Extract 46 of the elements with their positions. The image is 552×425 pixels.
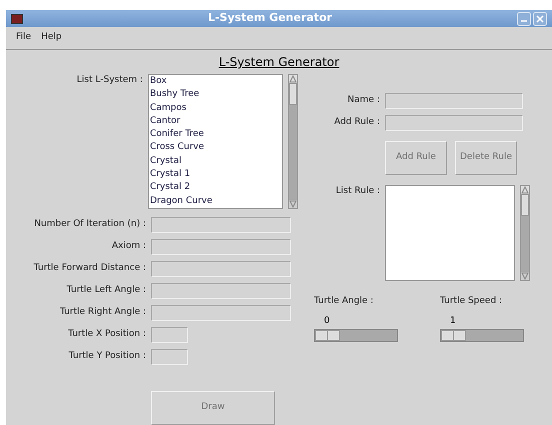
down-arrow-icon[interactable]	[289, 200, 297, 208]
field-label: Turtle Right Angle :	[58, 306, 146, 320]
list-item[interactable]: Dragon Curve	[150, 194, 281, 208]
scrollbar[interactable]	[520, 185, 530, 281]
slider-track[interactable]	[314, 329, 398, 342]
scrollbar[interactable]	[288, 74, 298, 209]
slider-thumb[interactable]	[315, 330, 340, 341]
menu-item[interactable]: Help	[41, 31, 62, 45]
field-label: List L-System :	[76, 74, 143, 87]
list-item[interactable]: Crystal 2	[150, 181, 281, 195]
slider-value: 1	[449, 314, 457, 328]
window-title: L-System Generator	[206, 10, 334, 26]
field-label: Turtle Y Position :	[68, 350, 146, 364]
field-label: Number Of Iteration (n) :	[33, 218, 146, 232]
list-item[interactable]: Campos	[150, 102, 281, 115]
scrollbar-thumb[interactable]	[521, 194, 529, 216]
field-label: Axiom :	[110, 240, 146, 254]
list-item[interactable]: Crystal 1	[150, 168, 281, 182]
field-label: List Rule :	[334, 185, 380, 198]
minimize-icon[interactable]	[517, 12, 531, 26]
list-item[interactable]: Bushy Tree	[150, 88, 281, 102]
heading: L-System Generator	[218, 54, 340, 71]
slider-thumb[interactable]	[441, 330, 466, 341]
menu-item[interactable]: File	[16, 31, 32, 45]
slider-label: Turtle Speed :	[440, 295, 504, 308]
list-item[interactable]: Box	[150, 75, 281, 88]
slider-label: Turtle Angle :	[314, 295, 374, 308]
scrollbar-thumb[interactable]	[289, 83, 297, 105]
list-item[interactable]: Conifer Tree	[150, 128, 281, 142]
list-item[interactable]: Cross Curve	[150, 141, 281, 155]
list-item[interactable]: Crystal	[150, 154, 281, 168]
field-label: Turtle Forward Distance :	[32, 262, 146, 276]
close-icon[interactable]	[533, 12, 547, 26]
app-icon	[11, 14, 23, 24]
slider-track[interactable]	[440, 329, 524, 342]
field-label: Turtle X Position :	[67, 328, 146, 342]
slider-value: 0	[323, 314, 331, 328]
list-item[interactable]: Cantor	[150, 114, 281, 128]
up-arrow-icon[interactable]	[521, 186, 529, 194]
field-label: Turtle Left Angle :	[66, 284, 146, 298]
field-label: Add Rule :	[333, 116, 380, 130]
list-box[interactable]	[385, 185, 515, 281]
down-arrow-icon[interactable]	[521, 272, 529, 280]
up-arrow-icon[interactable]	[289, 75, 297, 83]
list-box[interactable]: Box Bushy Tree Campos Cantor Conifer Tree Cross Curve Crystal Crystal 1 Crystal 2 Dragon Curve	[148, 74, 283, 209]
field-label: Name :	[346, 94, 380, 108]
